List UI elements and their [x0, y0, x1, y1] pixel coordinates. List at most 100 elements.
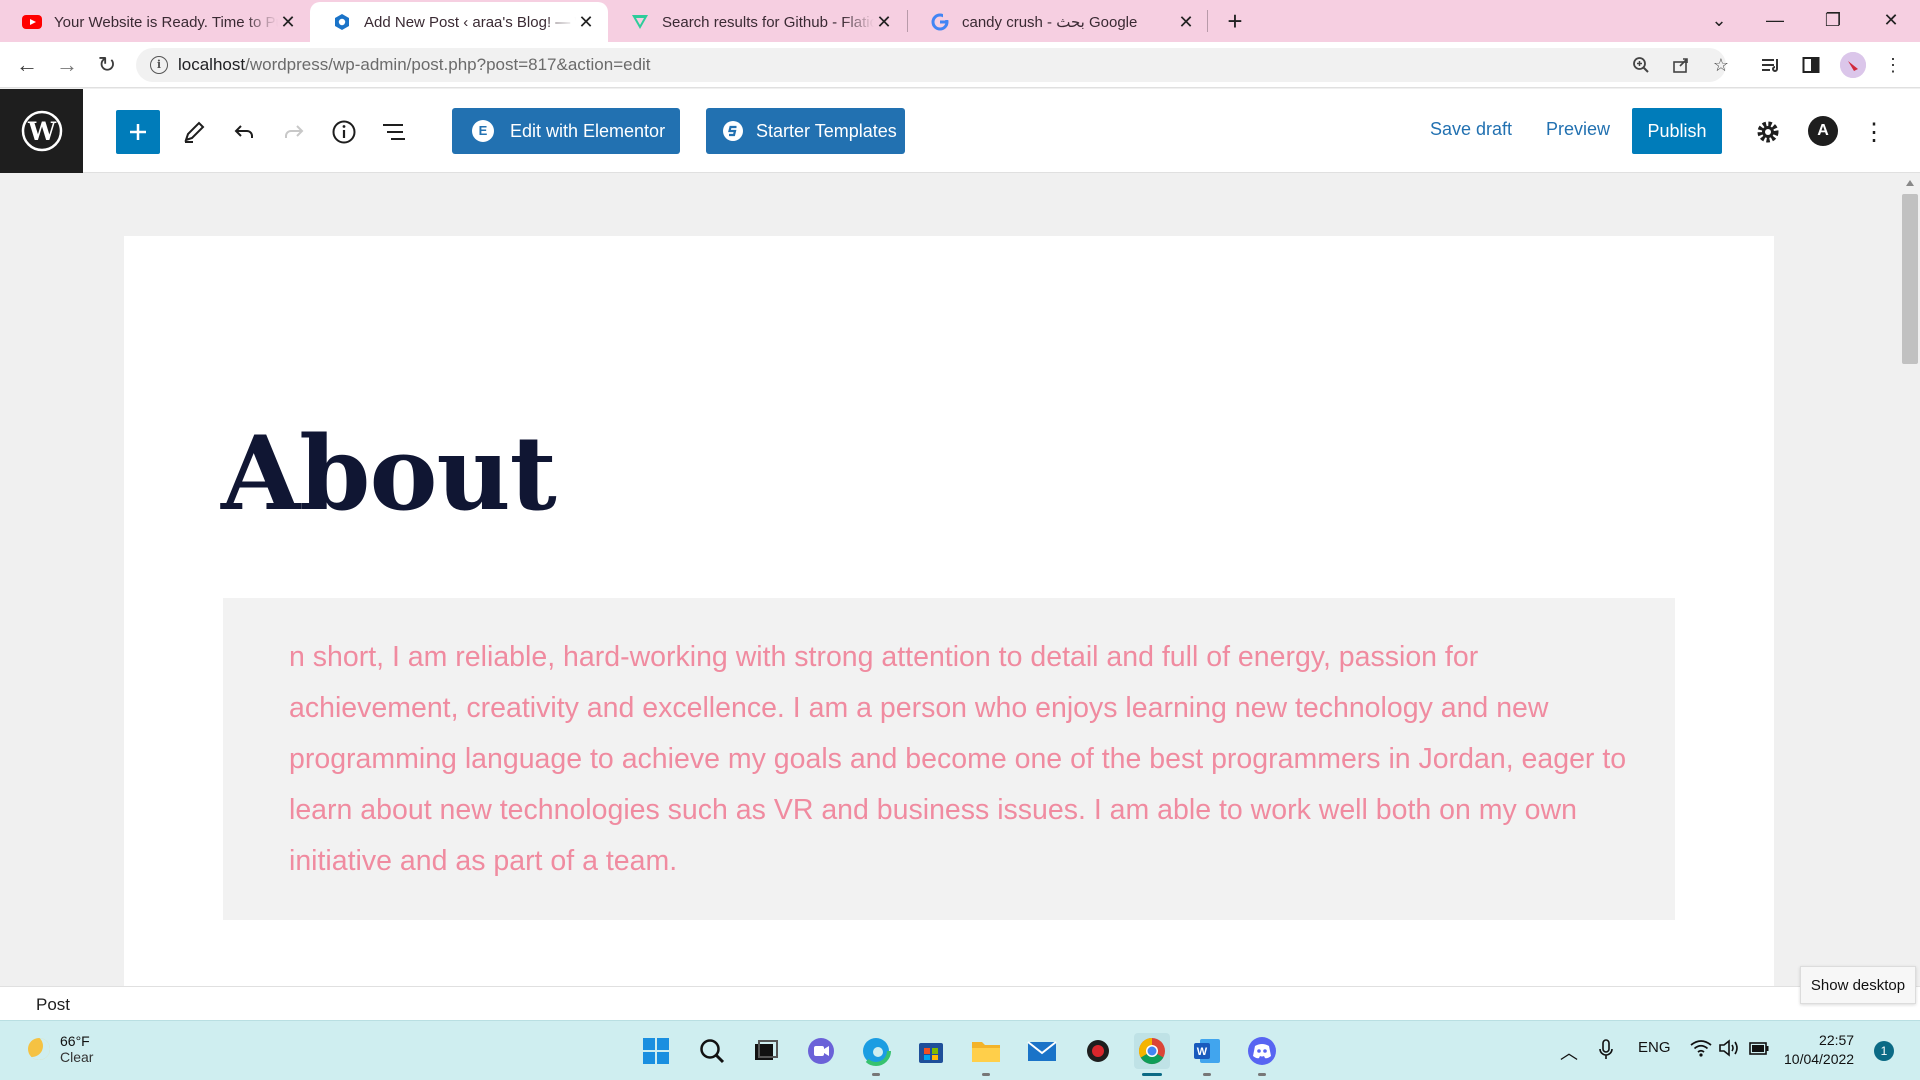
tab-close-icon[interactable]: ✕ [1176, 12, 1196, 33]
editor-header: W E Edit with Elementor Starter Template… [0, 89, 1920, 173]
edit-tools-pencil-icon[interactable] [172, 110, 216, 154]
language-indicator[interactable]: ENG [1638, 1039, 1671, 1056]
tab-title: Search results for Github - Flaticon [662, 13, 874, 31]
minimize-icon[interactable]: — [1746, 0, 1804, 40]
quote-block[interactable]: n short, I am reliable, hard-working wit… [223, 598, 1675, 920]
address-bar[interactable]: i localhost/wordpress/wp-admin/post.php?… [136, 48, 1729, 82]
browser-toolbar: ← → ↻ i localhost/wordpress/wp-admin/pos… [0, 42, 1920, 88]
bookmark-star-icon[interactable]: ☆ [1710, 54, 1732, 76]
close-window-icon[interactable]: ✕ [1862, 0, 1920, 40]
share-icon[interactable] [1670, 54, 1692, 76]
tray-chevron-up-icon[interactable]: ︿ [1560, 1039, 1578, 1065]
editor-canvas: About n short, I am reliable, hard-worki… [0, 174, 1900, 986]
url-host: localhost [178, 55, 246, 74]
discord-icon[interactable] [1244, 1033, 1280, 1069]
notification-badge[interactable]: 1 [1874, 1041, 1894, 1061]
edge-browser-icon[interactable] [858, 1033, 894, 1069]
zoom-icon[interactable] [1630, 54, 1652, 76]
task-view-icon[interactable] [748, 1033, 784, 1069]
breadcrumb-post[interactable]: Post [36, 995, 70, 1015]
running-indicator [1258, 1073, 1266, 1076]
post-content-area: About n short, I am reliable, hard-worki… [124, 236, 1774, 986]
tab-close-icon[interactable]: ✕ [278, 12, 298, 33]
url-text[interactable]: localhost/wordpress/wp-admin/post.php?po… [178, 55, 651, 75]
restore-icon[interactable]: ❐ [1804, 0, 1862, 40]
tab-flaticon[interactable]: Search results for Github - Flaticon ✕ [608, 2, 906, 42]
new-tab-plus-icon[interactable]: + [1220, 6, 1250, 36]
tab-google[interactable]: candy crush - بحث Google ✕ [908, 2, 1208, 42]
undo-icon[interactable] [222, 110, 266, 154]
save-draft-button[interactable]: Save draft [1430, 119, 1512, 140]
details-info-icon[interactable] [322, 110, 366, 154]
clock-date: 10/04/2022 [1784, 1051, 1855, 1067]
tab-title: Add New Post ‹ araa's Blog! — W [364, 13, 576, 31]
volume-icon[interactable] [1718, 1039, 1740, 1061]
file-explorer-icon[interactable] [968, 1033, 1004, 1069]
word-icon[interactable]: W [1189, 1033, 1225, 1069]
tab-add-new-post[interactable]: Add New Post ‹ araa's Blog! — W ✕ [310, 2, 608, 42]
active-app-indicator [1142, 1073, 1162, 1076]
search-icon[interactable] [694, 1033, 730, 1069]
preview-button[interactable]: Preview [1546, 119, 1610, 140]
starter-templates-icon [722, 120, 744, 142]
weather-temp: 66°F [60, 1033, 90, 1049]
block-breadcrumb-bar: Post [0, 986, 1920, 1020]
app-red-round-icon[interactable] [1080, 1033, 1116, 1069]
browser-menu-icon[interactable]: ⋮ [1880, 52, 1906, 78]
microsoft-store-icon[interactable] [913, 1033, 949, 1069]
show-desktop-tooltip: Show desktop [1800, 966, 1916, 1004]
svg-text:W: W [26, 117, 56, 146]
mail-icon[interactable] [1024, 1033, 1060, 1069]
settings-gear-icon[interactable] [1746, 110, 1790, 154]
elementor-icon: E [472, 120, 494, 142]
url-path: /wordpress/wp-admin/post.php?post=817&ac… [245, 55, 651, 74]
forward-arrow-icon[interactable]: → [52, 50, 82, 80]
system-clock[interactable]: 22:57 10/04/2022 [1784, 1031, 1854, 1069]
wifi-icon[interactable] [1690, 1039, 1712, 1061]
publish-button[interactable]: Publish [1632, 108, 1722, 154]
elementor-label: Edit with Elementor [510, 120, 666, 141]
reading-list-icon[interactable] [1758, 52, 1784, 78]
back-arrow-icon[interactable]: ← [12, 50, 42, 80]
teams-chat-icon[interactable] [803, 1033, 839, 1069]
astra-settings-button[interactable]: A [1808, 116, 1838, 146]
tab-separator [1207, 10, 1208, 32]
redo-icon[interactable] [272, 110, 316, 154]
microphone-icon[interactable] [1598, 1039, 1614, 1065]
wordpress-hex-icon [332, 12, 352, 32]
scroll-up-arrow-icon[interactable] [1906, 180, 1914, 186]
tab-title: candy crush - بحث Google [962, 14, 1138, 31]
options-more-icon[interactable]: ⋮ [1852, 110, 1896, 154]
moon-icon [28, 1038, 50, 1060]
side-panel-icon[interactable] [1798, 52, 1824, 78]
clock-time: 22:57 [1819, 1032, 1855, 1048]
youtube-icon [22, 12, 42, 32]
starter-templates-button[interactable]: Starter Templates [706, 108, 905, 154]
post-title[interactable]: About [221, 414, 557, 534]
scrollbar-thumb[interactable] [1902, 194, 1918, 364]
starter-templates-label: Starter Templates [756, 120, 897, 141]
weather-widget[interactable]: 66°F Clear [28, 1033, 93, 1065]
google-icon [930, 12, 950, 32]
svg-text:W: W [1197, 1046, 1208, 1058]
edit-with-elementor-button[interactable]: E Edit with Elementor [452, 108, 680, 154]
reload-icon[interactable]: ↻ [92, 50, 122, 80]
windows-start-icon[interactable] [638, 1033, 674, 1069]
add-block-button[interactable] [116, 110, 160, 154]
plus-icon [130, 124, 146, 140]
flaticon-icon [630, 12, 650, 32]
wordpress-logo-icon[interactable]: W [0, 89, 83, 173]
editor-scrollbar[interactable] [1900, 174, 1920, 986]
windows-taskbar: 66°F Clear W ︿ ENG 22:57 10/04/2022 1 [0, 1020, 1920, 1080]
tab-close-icon[interactable]: ✕ [576, 12, 596, 33]
browser-tab-strip: Your Website is Ready. Time to Pu ✕ Add … [0, 0, 1920, 42]
site-info-icon[interactable]: i [150, 56, 168, 74]
tab-close-icon[interactable]: ✕ [874, 12, 894, 33]
chrome-icon[interactable] [1134, 1033, 1170, 1069]
battery-icon[interactable] [1748, 1039, 1770, 1061]
tab-search-chevron-icon[interactable]: ⌄ [1690, 0, 1748, 40]
profile-avatar[interactable] [1840, 52, 1866, 78]
quote-text[interactable]: n short, I am reliable, hard-working wit… [289, 632, 1629, 887]
list-view-icon[interactable] [372, 110, 416, 154]
tab-youtube[interactable]: Your Website is Ready. Time to Pu ✕ [0, 2, 310, 42]
